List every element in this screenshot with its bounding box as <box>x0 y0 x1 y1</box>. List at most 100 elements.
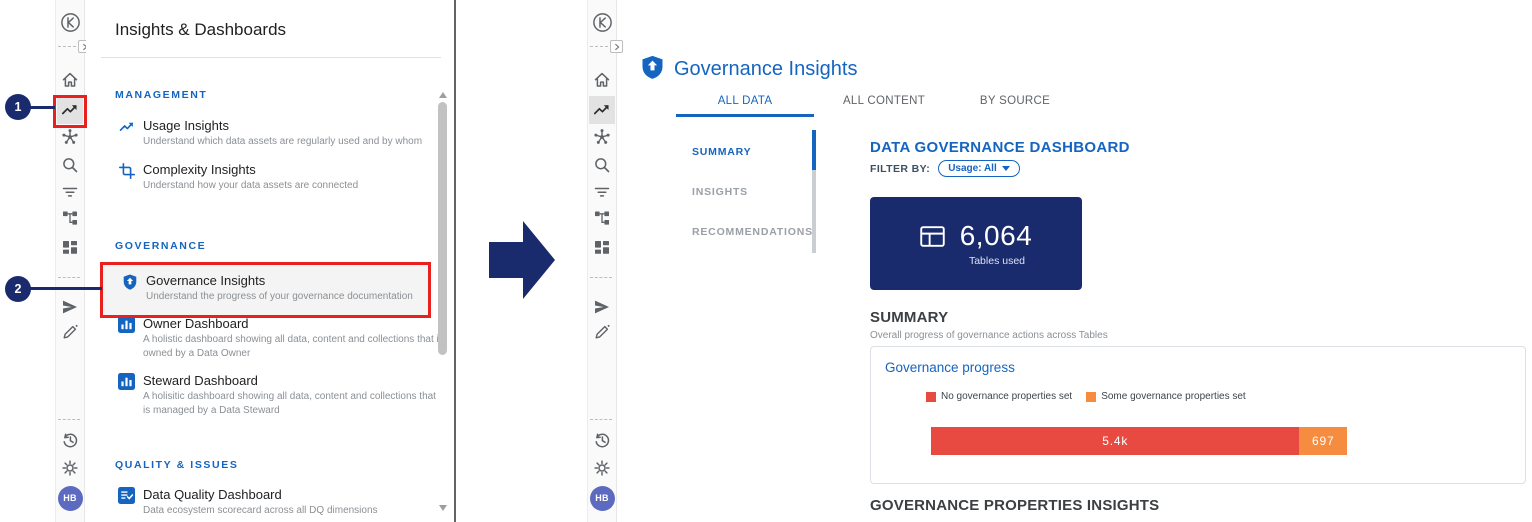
sidebar-item-settings[interactable] <box>589 454 615 482</box>
panel-title: Insights & Dashboards <box>115 20 286 40</box>
menu-item-title: Usage Insights <box>143 118 445 134</box>
menu-item-desc: Understand the progress of your governan… <box>146 290 428 304</box>
avatar[interactable]: HB <box>58 486 83 511</box>
send-icon <box>60 297 80 317</box>
sidebar-item-filter[interactable] <box>57 178 83 206</box>
legend-swatch-orange <box>1086 392 1096 402</box>
stacked-bar: 5.4k 697 <box>931 427 1347 455</box>
callout-2-connector <box>29 287 102 290</box>
sidebar-expand-button[interactable] <box>610 40 623 53</box>
subnav-insights[interactable]: INSIGHTS <box>692 186 748 198</box>
chip-label: Usage: All <box>948 163 997 174</box>
sidebar-item-lineage[interactable] <box>589 204 615 232</box>
tab-label: BY SOURCE <box>980 95 1050 107</box>
screenshot-canvas: { "colors": { "accent_blue": "#1565c0", … <box>0 0 1532 522</box>
avatar-initials: HB <box>595 493 608 503</box>
sidebar-divider <box>58 46 76 47</box>
sidebar-item-hub[interactable] <box>589 123 615 151</box>
chevron-down-icon <box>1002 166 1010 171</box>
sidebar-divider <box>590 46 608 47</box>
subnav-summary[interactable]: SUMMARY <box>692 146 751 158</box>
sidebar-item-home[interactable] <box>57 66 83 94</box>
scroll-down-arrow[interactable] <box>439 505 447 511</box>
section-label-management: MANAGEMENT <box>115 89 207 101</box>
stat-value: 6,064 <box>960 220 1033 252</box>
sidebar-item-dashboard[interactable] <box>57 234 83 262</box>
sidebar-item-send[interactable] <box>57 293 83 321</box>
sidebar-item-insights[interactable] <box>589 96 615 124</box>
bar-segment-some-governance[interactable]: 697 <box>1299 427 1347 455</box>
legend-swatch-red <box>926 392 936 402</box>
bar-value-label: 5.4k <box>1102 434 1128 448</box>
sidebar-item-history[interactable] <box>589 426 615 454</box>
step-arrow <box>489 221 557 299</box>
menu-item-desc: Understand how your data assets are conn… <box>143 179 445 193</box>
callout-1-connector <box>29 106 55 109</box>
bar-segment-no-governance[interactable]: 5.4k <box>931 427 1299 455</box>
menu-item-title: Governance Insights <box>146 273 428 289</box>
lineage-tree-icon <box>60 208 80 228</box>
sidebar-item-lineage[interactable] <box>57 204 83 232</box>
scrollbar-thumb[interactable] <box>438 102 447 355</box>
subnav-recommendations[interactable]: RECOMMENDATIONS <box>692 226 813 238</box>
sidebar-item-history[interactable] <box>57 426 83 454</box>
scroll-up-arrow[interactable] <box>439 92 447 98</box>
sidebar-divider <box>58 419 80 420</box>
legend-label: Some governance properties set <box>1101 391 1246 402</box>
tables-used-stat-card: 6,064 Tables used <box>870 197 1082 290</box>
sidebar-item-send[interactable] <box>589 293 615 321</box>
sidebar-item-edit[interactable] <box>57 318 83 346</box>
menu-item-owner-dashboard[interactable]: Owner Dashboard A holistic dashboard sho… <box>118 316 448 361</box>
table-icon <box>920 226 945 247</box>
sidebar-item-dashboard[interactable] <box>589 234 615 262</box>
tab-all-data[interactable]: ALL DATA <box>676 95 814 115</box>
active-tab-underline <box>676 114 814 117</box>
trending-up-icon <box>118 118 136 136</box>
sidebar-item-profile[interactable]: HB <box>57 484 83 512</box>
tab-by-source[interactable]: BY SOURCE <box>954 95 1076 115</box>
subnav-label: RECOMMENDATIONS <box>692 226 813 238</box>
sidebar-item-profile[interactable]: HB <box>589 484 615 512</box>
governance-progress-card: Governance progress No governance proper… <box>870 346 1526 484</box>
callout-step-1: 1 <box>5 94 31 120</box>
menu-item-desc: A holisitic dashboard showing all data, … <box>143 390 445 418</box>
sidebar-item-home[interactable] <box>589 66 615 94</box>
usage-filter-chip[interactable]: Usage: All <box>938 160 1020 177</box>
edit-pen-icon <box>592 322 612 342</box>
menu-item-data-quality-dashboard[interactable]: Data Quality Dashboard Data ecosystem sc… <box>118 487 448 518</box>
sidebar-item-edit[interactable] <box>589 318 615 346</box>
insights-dashboards-panel: Insights & Dashboards MANAGEMENT Usage I… <box>86 0 455 522</box>
lineage-tree-icon <box>592 208 612 228</box>
shield-up-icon <box>640 54 665 81</box>
stat-label: Tables used <box>927 255 1025 267</box>
sidebar-item-search[interactable] <box>57 151 83 179</box>
subnav-label: SUMMARY <box>692 146 751 158</box>
menu-item-governance-insights[interactable]: Governance Insights Understand the progr… <box>100 262 431 318</box>
menu-item-usage-insights[interactable]: Usage Insights Understand which data ass… <box>118 118 448 149</box>
sidebar-item-settings[interactable] <box>57 454 83 482</box>
legend-item: No governance properties set <box>926 391 1072 402</box>
avatar-initials: HB <box>63 493 76 503</box>
hub-icon <box>60 127 80 147</box>
menu-item-steward-dashboard[interactable]: Steward Dashboard A holisitic dashboard … <box>118 373 448 418</box>
filter-label: FILTER BY: <box>870 163 930 175</box>
menu-item-complexity-insights[interactable]: Complexity Insights Understand how your … <box>118 162 448 193</box>
tab-all-content[interactable]: ALL CONTENT <box>814 95 954 115</box>
subnav-label: INSIGHTS <box>692 186 748 198</box>
callout-step-2: 2 <box>5 276 31 302</box>
history-icon <box>60 430 80 450</box>
summary-subtitle: Overall progress of governance actions a… <box>870 330 1108 341</box>
chevron-right-icon <box>613 43 621 51</box>
dashboard-heading: DATA GOVERNANCE DASHBOARD <box>870 139 1130 156</box>
sidebar-divider <box>590 277 612 278</box>
menu-item-desc: Data ecosystem scorecard across all DQ d… <box>143 504 445 518</box>
sidebar-item-search[interactable] <box>589 151 615 179</box>
bar-value-label: 697 <box>1312 434 1334 448</box>
tab-label: ALL CONTENT <box>843 95 925 107</box>
avatar[interactable]: HB <box>590 486 615 511</box>
chart-legend: No governance properties set Some govern… <box>926 391 1246 402</box>
bar-chart-tile-icon <box>118 373 136 391</box>
section-label-quality-issues: QUALITY & ISSUES <box>115 459 238 471</box>
sidebar-item-filter[interactable] <box>589 178 615 206</box>
trending-up-icon <box>592 100 612 120</box>
